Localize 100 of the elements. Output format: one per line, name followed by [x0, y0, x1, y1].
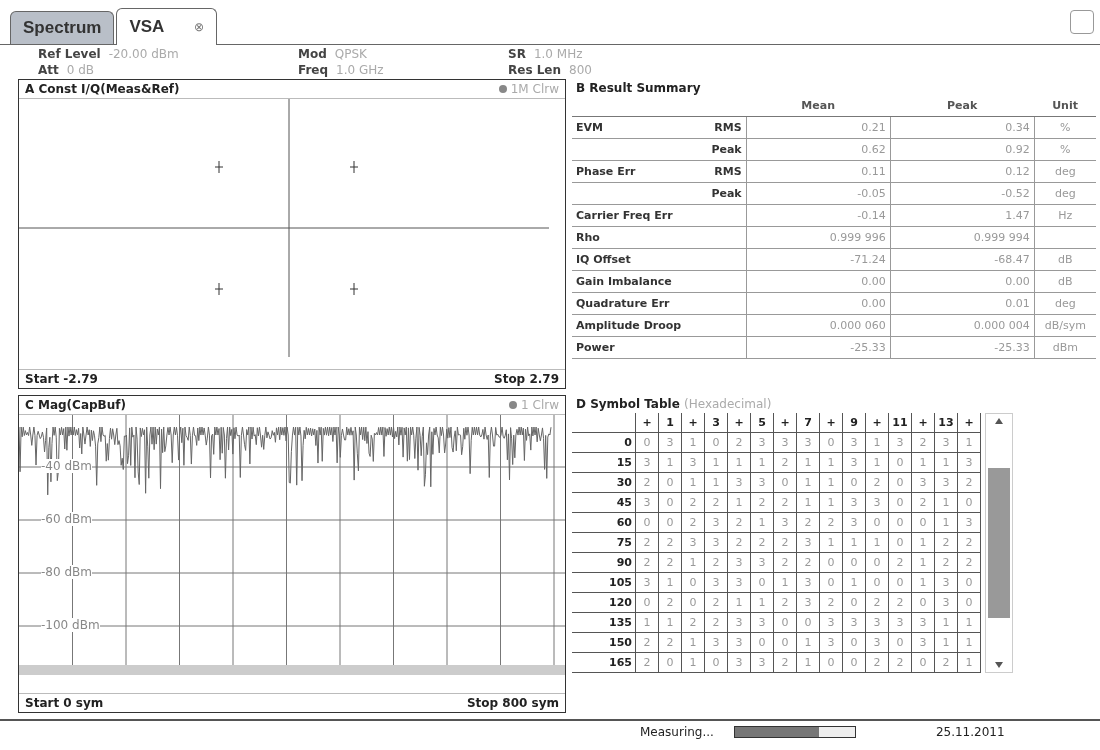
start-label: Start -2.79	[25, 372, 98, 386]
column-header: +	[865, 413, 889, 433]
table-cell: 0	[888, 572, 912, 593]
panel-title: A Const I/Q(Meas&Ref)	[25, 82, 180, 96]
column-header: +	[727, 413, 751, 433]
table-cell: 3	[704, 632, 728, 653]
table-cell: 2	[727, 512, 751, 533]
row-label: 0	[572, 432, 636, 453]
table-cell: 3	[727, 572, 751, 593]
row-label: Quadrature Err	[572, 292, 695, 315]
table-cell: 2	[888, 552, 912, 573]
table-cell: 2	[658, 552, 682, 573]
table-cell: 0.11	[746, 160, 891, 183]
table-cell: 2	[704, 552, 728, 573]
table-cell: 2	[635, 532, 659, 553]
table-cell: 0.01	[890, 292, 1035, 315]
table-cell: 3	[796, 572, 820, 593]
table-cell: 3	[842, 492, 866, 513]
row-label: 150	[572, 632, 636, 653]
column-header: Unit	[1034, 95, 1096, 117]
table-cell: 0.12	[890, 160, 1035, 183]
table-cell: 2	[681, 612, 705, 633]
table-cell: 3	[727, 652, 751, 673]
table-cell: 0	[888, 492, 912, 513]
tab[interactable]: Spectrum	[10, 11, 115, 44]
table-cell: 1	[865, 532, 889, 553]
table-cell: 2	[658, 632, 682, 653]
table-cell: 3	[888, 612, 912, 633]
table-cell: 2	[865, 592, 889, 613]
table-cell: 0	[842, 552, 866, 573]
column-header: Mean	[746, 95, 891, 117]
table-cell: 0.00	[746, 270, 891, 293]
table-cell: 3	[704, 512, 728, 533]
table-cell: 3	[911, 612, 935, 633]
table-cell: 0	[888, 452, 912, 473]
table-cell: 2	[635, 652, 659, 673]
table-cell: 0.00	[890, 270, 1035, 293]
table-cell: 1	[934, 632, 958, 653]
table-cell: 1	[681, 652, 705, 673]
column-header: 9	[842, 413, 866, 433]
table-cell: 0	[750, 632, 774, 653]
setting-value: -20.00 dBm	[108, 47, 179, 61]
table-cell: 3	[796, 432, 820, 453]
table-cell: 2	[727, 532, 751, 553]
table-cell: 3	[773, 432, 797, 453]
table-cell: -25.33	[890, 336, 1035, 359]
setting-value: QPSK	[334, 47, 367, 61]
table-cell: 0	[773, 612, 797, 633]
table-cell: 2	[796, 552, 820, 573]
column-header: 13	[934, 413, 958, 433]
table-cell: -71.24	[746, 248, 891, 271]
table-cell: 2	[819, 512, 843, 533]
column-header: 11	[888, 413, 912, 433]
table-cell: 2	[750, 532, 774, 553]
table-cell: 1	[842, 532, 866, 553]
table-cell: 1	[934, 492, 958, 513]
table-cell: 2	[773, 492, 797, 513]
table-cell: %	[1034, 138, 1096, 161]
table-cell: 3	[819, 612, 843, 633]
status-date: 25.11.2011	[935, 725, 1005, 739]
trace-icon	[498, 85, 507, 93]
table-cell: 2	[957, 532, 981, 553]
table-cell: 3	[865, 492, 889, 513]
table-cell: 0.21	[746, 116, 891, 139]
table-cell: 2	[635, 552, 659, 573]
column-header: +	[773, 413, 797, 433]
table-cell: 3	[934, 572, 958, 593]
tab[interactable]: VSA ⊗	[116, 8, 218, 45]
row-label: 165	[572, 652, 636, 673]
trace-label: 1M Clrw	[510, 82, 559, 96]
table-cell: 0	[865, 512, 889, 533]
close-icon[interactable]: ⊗	[194, 20, 205, 34]
setting-label: SR	[508, 47, 526, 61]
status-text: Measuring...	[640, 725, 714, 739]
panel-title: D Symbol Table (Hexadecimal)	[575, 397, 773, 411]
setting-label: Freq	[298, 63, 329, 77]
trace-label: 1 Clrw	[521, 398, 559, 412]
table-cell: 0	[888, 532, 912, 553]
table-cell: 2	[888, 652, 912, 673]
table-cell: 0.999 994	[890, 226, 1035, 249]
scrollbar[interactable]	[985, 413, 1013, 673]
table-cell: 3	[934, 472, 958, 493]
row-sublabel: RMS	[694, 160, 747, 183]
table-cell: 0	[635, 432, 659, 453]
table-cell: 1	[911, 532, 935, 553]
scroll-down-icon[interactable]	[995, 662, 1003, 668]
table-cell: 1	[957, 652, 981, 673]
table-cell: 3	[750, 552, 774, 573]
row-label: 120	[572, 592, 636, 613]
table-cell: 2	[704, 612, 728, 633]
table-cell: 0	[957, 492, 981, 513]
setting-label: Mod	[298, 47, 327, 61]
table-cell: 3	[704, 572, 728, 593]
table-cell: 1	[819, 532, 843, 553]
table-cell: 3	[681, 452, 705, 473]
table-cell: 1	[750, 452, 774, 473]
menu-icon[interactable]	[1070, 10, 1094, 34]
scroll-up-icon[interactable]	[995, 418, 1003, 424]
column-header: +	[957, 413, 981, 433]
table-cell: 2	[681, 492, 705, 513]
